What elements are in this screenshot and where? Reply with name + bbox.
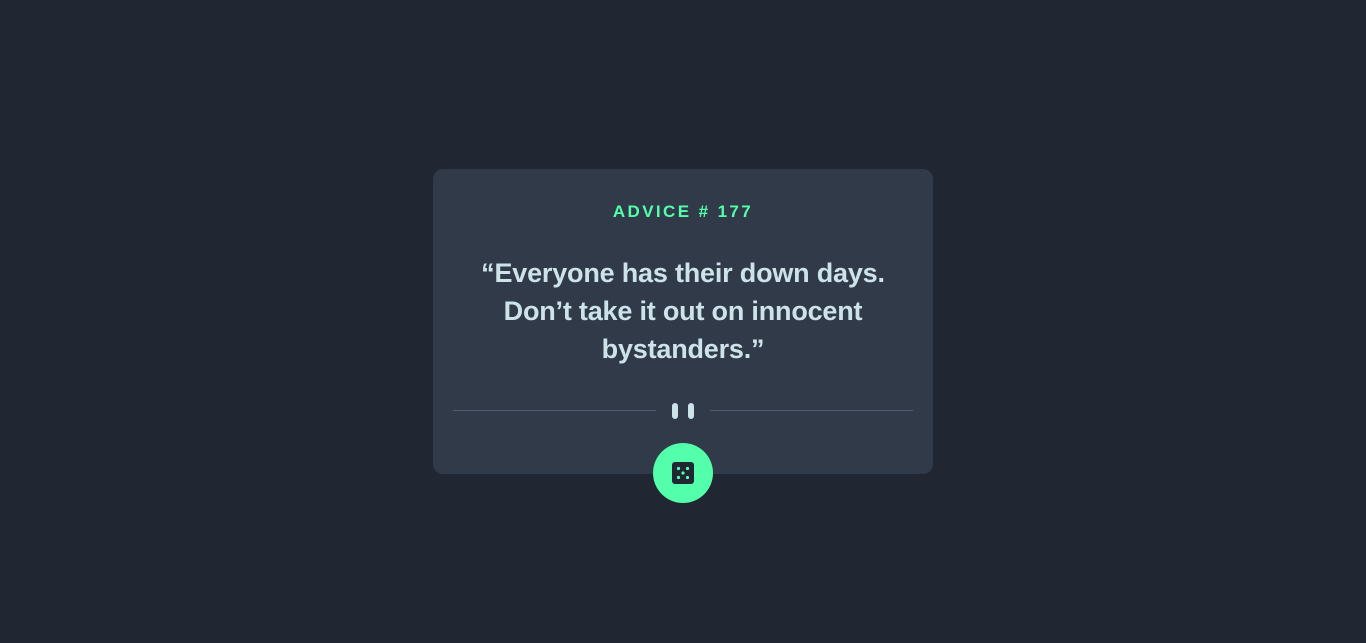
divider-line-left — [453, 410, 656, 411]
pause-icon — [672, 403, 694, 419]
advice-id-label: ADVICE # 177 — [612, 202, 754, 221]
divider-line-right — [710, 410, 913, 411]
advice-card: ADVICE # 177 “Everyone has their down da… — [433, 169, 933, 474]
pattern-divider — [453, 402, 913, 420]
advice-quote: “Everyone has their down days. Don’t tak… — [481, 258, 885, 364]
page: ADVICE # 177 “Everyone has their down da… — [0, 0, 1366, 643]
dice-icon — [672, 462, 694, 484]
new-advice-button[interactable] — [653, 443, 713, 503]
